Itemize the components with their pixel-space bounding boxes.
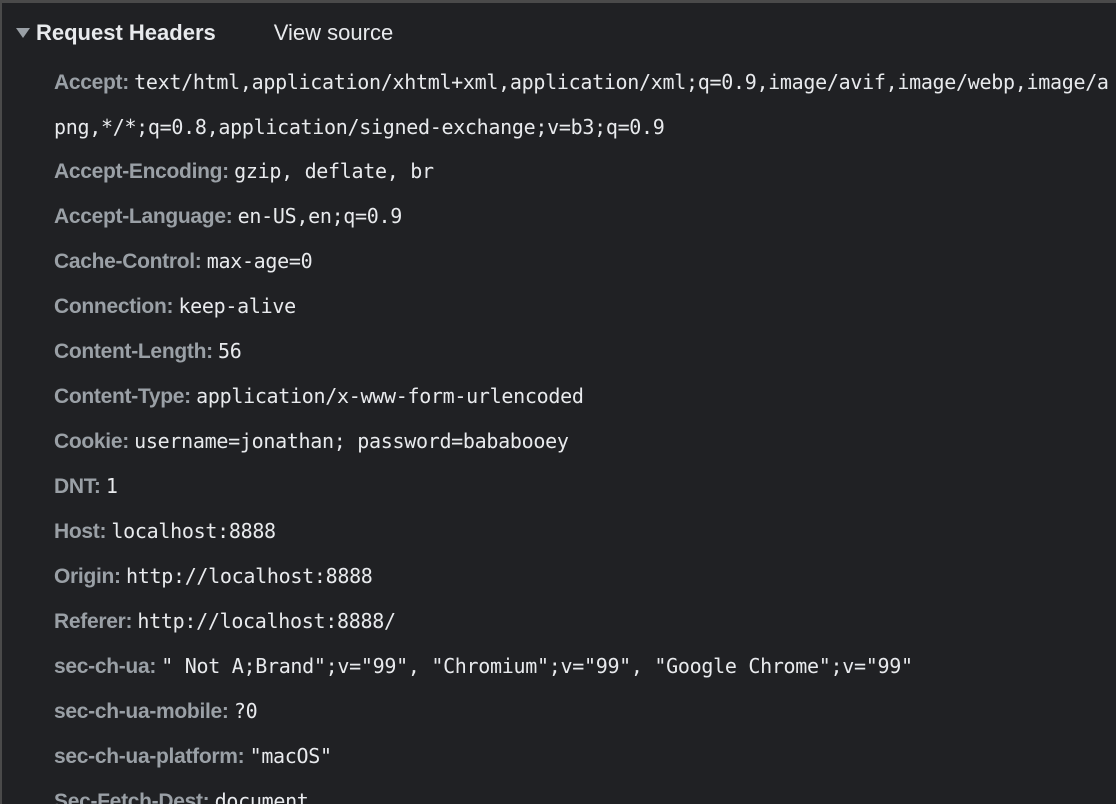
section-header[interactable]: Request Headers View source — [16, 18, 393, 48]
header-name: DNT: — [54, 475, 101, 498]
header-value: max-age=0 — [206, 249, 313, 273]
header-name: Referer: — [54, 610, 133, 633]
header-row: Cookie: username=jonathan; password=baba… — [54, 419, 1110, 464]
section-title[interactable]: Request Headers — [36, 20, 216, 46]
header-value: application/x-www-form-urlencoded — [196, 384, 584, 408]
header-value: 1 — [105, 474, 118, 498]
header-row: Accept: text/html,application/xhtml+xml,… — [54, 60, 1110, 149]
header-row: Origin: http://localhost:8888 — [54, 554, 1110, 599]
header-name: Host: — [54, 520, 107, 543]
header-value: text/html,application/xhtml+xml,applicat… — [54, 70, 1109, 139]
header-row: Host: localhost:8888 — [54, 509, 1110, 554]
header-row: Connection: keep-alive — [54, 284, 1110, 329]
triangle-down-icon[interactable] — [16, 28, 30, 38]
header-row: Content-Type: application/x-www-form-url… — [54, 374, 1110, 419]
tab-indicator — [54, 0, 142, 3]
header-name: Cache-Control: — [54, 250, 202, 273]
header-row: Accept-Encoding: gzip, deflate, br — [54, 149, 1110, 194]
header-name: Accept-Language: — [54, 205, 233, 228]
header-name: Accept-Encoding: — [54, 160, 229, 183]
header-name: sec-ch-ua: — [54, 655, 157, 678]
header-name: Content-Length: — [54, 340, 213, 363]
header-value: username=jonathan; password=bababooey — [134, 429, 569, 453]
header-value: " Not A;Brand";v="99", "Chromium";v="99"… — [161, 654, 913, 678]
header-row: sec-ch-ua-platform: "macOS" — [54, 734, 1110, 779]
header-value: localhost:8888 — [111, 519, 276, 543]
header-name: Connection: — [54, 295, 174, 318]
header-name: sec-ch-ua-platform: — [54, 745, 245, 768]
header-value: gzip, deflate, br — [234, 159, 434, 183]
header-name: Content-Type: — [54, 385, 191, 408]
header-row: Referer: http://localhost:8888/ — [54, 599, 1110, 644]
header-value: http://localhost:8888/ — [137, 609, 396, 633]
request-headers-panel: Request Headers View source Accept: text… — [0, 0, 1116, 804]
view-source-link[interactable]: View source — [274, 20, 393, 46]
header-row: Cache-Control: max-age=0 — [54, 239, 1110, 284]
header-value: "macOS" — [249, 744, 332, 768]
header-row: Content-Length: 56 — [54, 329, 1110, 374]
header-row: Sec-Fetch-Dest: document — [54, 779, 1110, 804]
header-row: DNT: 1 — [54, 464, 1110, 509]
header-name: Sec-Fetch-Dest: — [54, 790, 210, 804]
header-value: ?0 — [233, 699, 258, 723]
header-name: Origin: — [54, 565, 121, 588]
header-row: Accept-Language: en-US,en;q=0.9 — [54, 194, 1110, 239]
header-row: sec-ch-ua: " Not A;Brand";v="99", "Chrom… — [54, 644, 1110, 689]
header-name: sec-ch-ua-mobile: — [54, 700, 229, 723]
header-value: 56 — [218, 339, 242, 363]
header-name: Accept: — [54, 71, 129, 94]
header-value: keep-alive — [178, 294, 296, 318]
header-value: en-US,en;q=0.9 — [237, 204, 403, 228]
header-name: Cookie: — [54, 430, 129, 453]
header-row: sec-ch-ua-mobile: ?0 — [54, 689, 1110, 734]
header-value: document — [214, 789, 309, 804]
header-value: http://localhost:8888 — [125, 564, 373, 588]
headers-list: Accept: text/html,application/xhtml+xml,… — [54, 60, 1110, 804]
